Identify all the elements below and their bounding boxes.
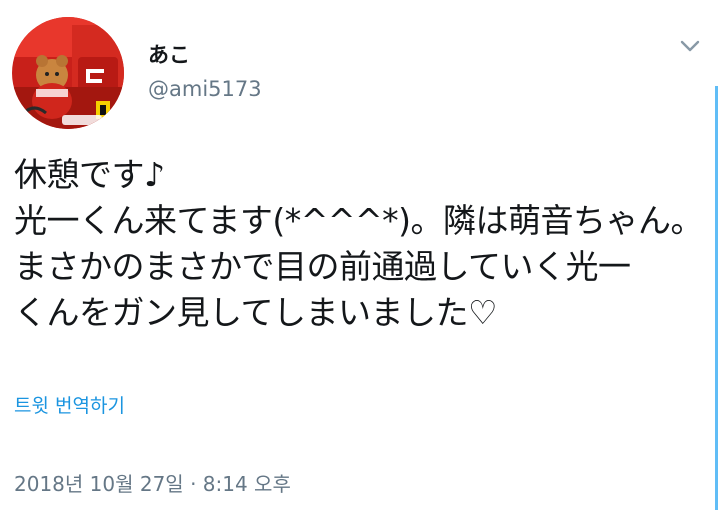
tweet-text: 休憩です♪ 光一くん来てます(*^^^*)。隣は萌音ちゃん。 まさかのまさかで目… <box>14 155 704 332</box>
avatar-image <box>12 17 124 129</box>
tweet-card: あこ @ami5173 休憩です♪ 光一くん来てます(*^^^*)。隣は萌音ちゃ… <box>0 0 720 510</box>
display-name[interactable]: あこ <box>148 42 190 68</box>
translate-tweet-link[interactable]: 트윗 번역하기 <box>14 392 125 420</box>
tweet-timestamp[interactable]: 2018년 10월 27일 · 8:14 오후 <box>14 470 291 498</box>
avatar[interactable] <box>12 17 124 129</box>
chevron-down-icon[interactable] <box>676 36 704 56</box>
user-handle[interactable]: @ami5173 <box>148 76 262 102</box>
scrollbar[interactable] <box>715 86 718 510</box>
